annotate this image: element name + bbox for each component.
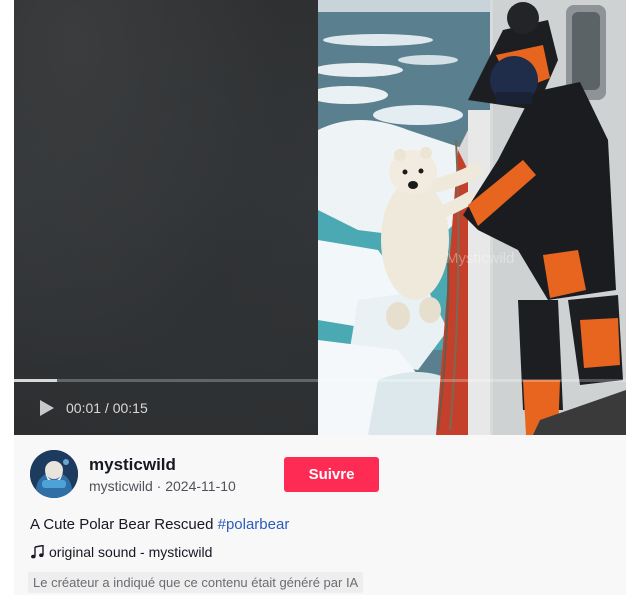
author-avatar[interactable] — [30, 450, 78, 498]
post-info: mysticwild mysticwild · 2024-11-10 Suivr… — [14, 435, 626, 595]
post-date: 2024-11-10 — [165, 478, 236, 494]
sound-link[interactable]: original sound - mysticwild — [30, 544, 212, 560]
hashtag-link[interactable]: #polarbear — [218, 516, 290, 533]
post-description: A Cute Polar Bear Rescued #polarbear — [30, 516, 289, 533]
author-display-name[interactable]: mysticwild — [89, 455, 176, 475]
sound-label: original sound - mysticwild — [49, 544, 213, 560]
time-separator: / — [101, 400, 113, 416]
duration: 00:15 — [112, 400, 148, 416]
current-time: 00:01 — [66, 400, 102, 416]
description-text: A Cute Polar Bear Rescued — [30, 516, 218, 533]
follow-button[interactable]: Suivre — [284, 457, 379, 492]
video-progress-fill — [14, 379, 57, 382]
video-controls: 00:01 / 00:15 — [36, 398, 148, 418]
video-blurred-backdrop — [14, 0, 318, 435]
video-player[interactable]: Mysticwild 00:01 / 00:15 — [14, 0, 626, 435]
music-note-icon — [30, 545, 44, 559]
play-icon[interactable] — [36, 398, 56, 418]
video-post-page: Mysticwild 00:01 / 00:15 mysticwild myst… — [0, 0, 640, 595]
video-time: 00:01 / 00:15 — [66, 400, 148, 416]
video-watermark: Mysticwild — [446, 250, 515, 267]
video-progress-bar[interactable] — [14, 379, 626, 382]
author-username[interactable]: mysticwild — [89, 478, 153, 494]
meta-separator: · — [152, 478, 166, 494]
author-meta: mysticwild · 2024-11-10 — [89, 478, 236, 494]
ai-generated-label[interactable]: Le créateur a indiqué que ce contenu éta… — [28, 572, 364, 593]
video-frame[interactable] — [318, 0, 626, 435]
video-frame-image — [318, 0, 626, 435]
